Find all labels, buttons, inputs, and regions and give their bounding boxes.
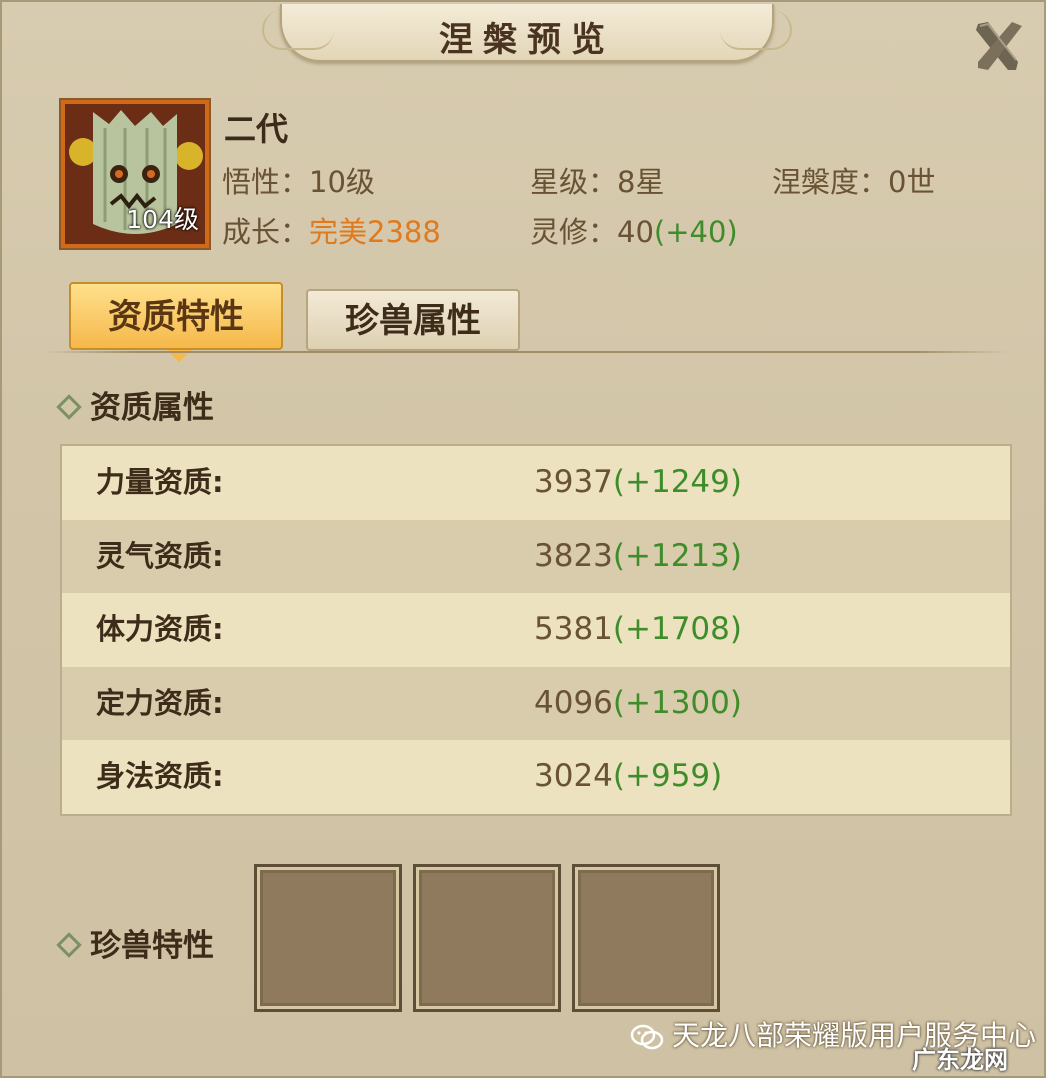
nirvana-preview-panel: 涅槃预览 104级 二代 悟性：10级 星级：8星 涅槃度：0世 成长：完美23…: [0, 0, 1046, 1078]
table-row: 力量资质: 3937(+1249): [62, 446, 1010, 520]
row-value: 3024(+959): [534, 740, 722, 813]
close-button[interactable]: [968, 16, 1028, 76]
bonus-value: (+959): [612, 758, 723, 795]
row-value: 4096(+1300): [534, 667, 742, 740]
window-title: 涅槃预览: [439, 20, 615, 60]
base-value: 5381: [534, 611, 613, 648]
trait-slot-3[interactable]: [572, 864, 720, 1012]
star-info: 星级：8星: [530, 159, 664, 201]
savvy-label: 悟性：: [222, 165, 310, 199]
row-label: 体力资质:: [96, 612, 224, 647]
traits-section-heading: 珍兽特性: [56, 920, 214, 965]
spirit-label: 灵修：: [530, 215, 618, 249]
nirvana-label: 涅槃度：: [772, 165, 889, 199]
base-value: 4096: [534, 684, 613, 721]
tab-pet-attributes[interactable]: 珍兽属性: [306, 289, 520, 351]
nirvana-value: 0世: [888, 165, 936, 199]
pet-level-badge: 104级: [126, 205, 199, 234]
bonus-value: (+1213): [612, 537, 742, 574]
nirvana-info: 涅槃度：0世: [772, 159, 935, 201]
title-plate: 涅槃预览: [262, 4, 792, 62]
aptitude-section-heading: 资质属性: [56, 382, 214, 427]
table-row: 定力资质: 4096(+1300): [62, 666, 1010, 741]
pet-avatar[interactable]: 104级: [61, 100, 209, 248]
bonus-value: (+1708): [612, 611, 742, 648]
table-row: 身法资质: 3024(+959): [62, 740, 1010, 814]
diamond-bullet-icon: [56, 393, 82, 420]
savvy-info: 悟性：10级: [222, 159, 375, 201]
base-value: 3937: [534, 464, 613, 500]
tab-divider: [42, 351, 1008, 353]
savvy-value: 10级: [309, 165, 375, 199]
aptitude-table: 力量资质: 3937(+1249) 灵气资质: 3823(+1213) 体力资质…: [60, 444, 1012, 816]
trait-slot-1[interactable]: [254, 864, 402, 1012]
bonus-value: (+1249): [612, 464, 742, 500]
row-label: 灵气资质:: [96, 538, 224, 573]
spirit-value: 40: [617, 215, 654, 249]
bonus-value: (+1300): [612, 684, 742, 721]
row-value: 5381(+1708): [534, 593, 742, 666]
diamond-bullet-icon: [56, 931, 82, 958]
row-label: 力量资质:: [96, 465, 224, 499]
star-label: 星级：: [530, 165, 618, 199]
close-icon: [976, 22, 1022, 70]
row-value: 3937(+1249): [534, 446, 742, 519]
trait-slot-2[interactable]: [413, 864, 561, 1012]
growth-label: 成长：: [222, 215, 310, 249]
growth-info: 成长：完美2388: [222, 209, 441, 251]
watermark-site: 广东龙网: [912, 1046, 1008, 1074]
table-row: 体力资质: 5381(+1708): [62, 593, 1010, 667]
aptitude-heading-text: 资质属性: [90, 390, 214, 426]
row-value: 3823(+1213): [534, 520, 742, 593]
row-label: 定力资质:: [96, 685, 224, 720]
base-value: 3823: [534, 537, 613, 574]
wechat-icon: [630, 1024, 664, 1050]
tab-aptitude-traits[interactable]: 资质特性: [69, 282, 283, 362]
base-value: 3024: [534, 758, 613, 795]
spirit-info: 灵修：40(+40): [530, 209, 738, 251]
star-value: 8星: [617, 165, 665, 199]
spirit-bonus: (+40): [653, 215, 738, 249]
row-label: 身法资质:: [96, 759, 224, 794]
table-row: 灵气资质: 3823(+1213): [62, 519, 1010, 594]
traits-heading-text: 珍兽特性: [90, 928, 214, 964]
pet-name: 二代: [224, 110, 289, 148]
growth-value: 完美2388: [309, 215, 441, 249]
